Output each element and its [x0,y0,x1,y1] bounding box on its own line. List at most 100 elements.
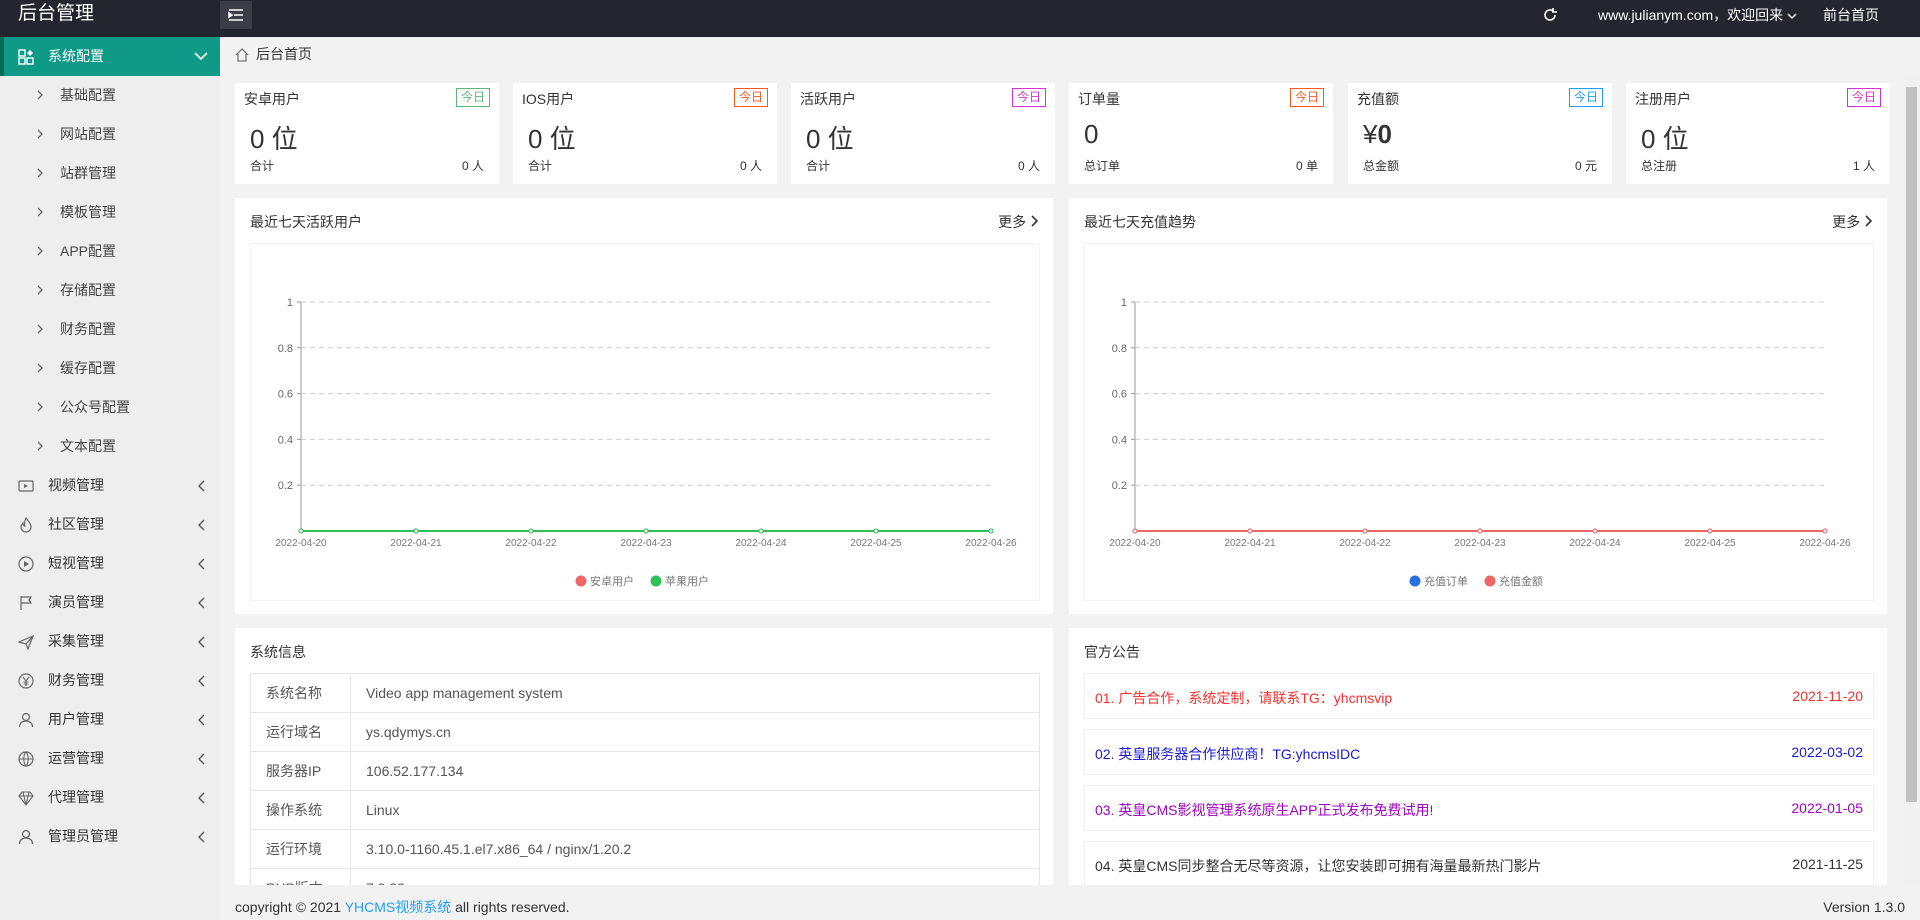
info-value: 106.52.177.134 [350,751,1040,791]
scrollbar[interactable] [1903,75,1920,885]
x-tick-label: 2022-04-21 [390,538,442,549]
info-value: Linux [350,790,1040,830]
sidebar-subitem-label: APP配置 [60,243,117,259]
active-users-chart: 0.2 0.4 0.6 0.8 1 2022-04-20 2022-04-21 2022-04… [250,243,1040,601]
sidebar-item[interactable]: 社区管理 [0,505,220,544]
sidebar-item[interactable]: 采集管理 [0,622,220,661]
sidebar-item[interactable]: 用户管理 [0,700,220,739]
sidebar-subitem[interactable]: 公众号配置 [0,388,220,427]
sidebar-item-system-config[interactable]: 系统配置 [0,37,220,76]
sidebar-item-label: 视频管理 [48,477,104,493]
table-row: 运行环境 3.10.0-1160.45.1.el7.x86_64 / nginx/… [250,829,1040,869]
legend-label[interactable]: 充值金额 [1499,574,1543,588]
stat-title: 订单量 [1078,91,1120,107]
info-key: PHP版本 [250,868,351,885]
admin-icon [18,829,34,845]
sidebar-item[interactable]: 演员管理 [0,583,220,622]
notice-text[interactable]: 02. 英皇服务器合作供应商！TG:yhcmsIDC [1095,744,1360,764]
chevron-left-icon [194,622,208,661]
notice-text[interactable]: 01. 广告合作，系统定制，请联系TG：yhcmsvip [1095,688,1392,708]
today-badge: 今日 [455,88,490,107]
sidebar-item[interactable]: 短视管理 [0,544,220,583]
refresh-icon[interactable] [1540,5,1560,25]
notice-item[interactable]: 02. 英皇服务器合作供应商！TG:yhcmsIDC 2022-03-02 [1084,729,1874,775]
fire-icon [20,517,32,533]
info-value: Video app management system [350,673,1040,713]
sidebar-subitem[interactable]: APP配置 [0,232,220,271]
more-link[interactable]: 更多 [998,212,1039,232]
notice-text[interactable]: 04. 英皇CMS同步整合无尽等资源，让您安装即可拥有海量最新热门影片 [1095,856,1541,876]
scrollbar-thumb[interactable] [1906,87,1917,802]
front-page-link[interactable]: 前台首页 [1823,0,1879,30]
sidebar-subitem[interactable]: 模板管理 [0,193,220,232]
sidebar-item-label: 用户管理 [48,711,104,727]
sidebar-item[interactable]: 视频管理 [0,466,220,505]
stat-footer-value: 0 人 [1017,159,1040,173]
today-badge: 今日 [733,88,768,107]
legend-swatch[interactable] [575,575,587,587]
today-badge: 今日 [1289,88,1324,107]
user-menu[interactable]: www.julianym.com，欢迎回来 [1598,0,1797,30]
stat-footer-label: 合计 [528,159,553,173]
breadcrumb: 后台首页 [220,37,1900,72]
sidebar-item[interactable]: 运营管理 [0,739,220,778]
stat-title: 活跃用户 [800,91,856,107]
stat-value: 0 位 [528,124,576,154]
stat-card: 订单量 今日 0 总订单 0 单 [1069,83,1333,184]
sidebar-item[interactable]: 管理员管理 [0,817,220,856]
sidebar-item[interactable]: 财务管理 [0,661,220,700]
sidebar-item-label: 社区管理 [48,516,104,532]
sidebar-subitem-label: 基础配置 [60,87,116,103]
sidebar-item-label: 管理员管理 [48,828,118,844]
stat-title: 注册用户 [1635,91,1691,107]
legend-swatch[interactable] [650,575,662,587]
yen-icon [18,673,34,689]
legend-label[interactable]: 苹果用户 [665,574,709,588]
copyright-prefix: copyright © 2021 [235,899,345,915]
stat-footer-value: 0 单 [1295,159,1318,173]
legend-swatch[interactable] [1409,575,1421,587]
data-point [298,528,304,534]
sidebar-subitem[interactable]: 文本配置 [0,427,220,466]
sidebar-subitem[interactable]: 缓存配置 [0,349,220,388]
sidebar-item[interactable]: 代理管理 [0,778,220,817]
sidebar-subitem-label: 缓存配置 [60,360,116,376]
table-row: 服务器IP 106.52.177.134 [250,751,1040,791]
notice-item[interactable]: 01. 广告合作，系统定制，请联系TG：yhcmsvip 2021-11-20 [1084,673,1874,719]
sidebar-subitem[interactable]: 基础配置 [0,76,220,115]
more-link[interactable]: 更多 [1832,212,1873,232]
data-point [1132,528,1138,534]
stat-value: 0 位 [1641,124,1689,154]
copyright: copyright © 2021 YHCMS视频系统 all rights re… [235,895,570,920]
sidebar-subitem[interactable]: 财务配置 [0,310,220,349]
stat-footer-value: 0 元 [1574,159,1597,173]
info-key: 运行环境 [250,829,351,869]
notice-item[interactable]: 03. 英皇CMS影视管理系统原生APP正式发布免费试用! 2022-01-05 [1084,785,1874,831]
sidebar-subitem[interactable]: 网站配置 [0,115,220,154]
recharge-trend-panel: 最近七天充值趋势 更多 0.2 0.4 0.6 0.8 1 2022-04-20 2022-… [1069,198,1887,614]
stat-footer-value: 0 人 [739,159,762,173]
notice-item[interactable]: 04. 英皇CMS同步整合无尽等资源，让您安装即可拥有海量最新热门影片 2021-… [1084,841,1874,885]
data-point [873,528,879,534]
data-point [1247,528,1253,534]
stat-footer-value: 0 人 [461,159,484,173]
globe-icon [18,751,34,767]
legend-label[interactable]: 充值订单 [1424,574,1468,588]
sidebar-subitem[interactable]: 存储配置 [0,271,220,310]
stat-title: 安卓用户 [244,91,300,107]
notice-text[interactable]: 03. 英皇CMS影视管理系统原生APP正式发布免费试用! [1095,800,1433,820]
breadcrumb-current[interactable]: 后台首页 [256,46,312,62]
data-point [988,528,994,534]
legend-label[interactable]: 安卓用户 [590,574,634,588]
stat-footer-label: 总注册 [1641,159,1678,173]
stat-value: 0 [1084,119,1099,149]
panel-title: 最近七天充值趋势 [1084,214,1196,230]
copyright-link[interactable]: YHCMS视频系统 [345,899,452,915]
legend-swatch[interactable] [1484,575,1496,587]
sidebar-subitem-label: 存储配置 [60,282,116,298]
menu-toggle-button[interactable] [220,1,252,29]
stat-footer-label: 总订单 [1084,159,1121,173]
x-tick-label: 2022-04-25 [1684,538,1736,549]
chevron-right-icon [1031,215,1039,227]
sidebar-subitem[interactable]: 站群管理 [0,154,220,193]
